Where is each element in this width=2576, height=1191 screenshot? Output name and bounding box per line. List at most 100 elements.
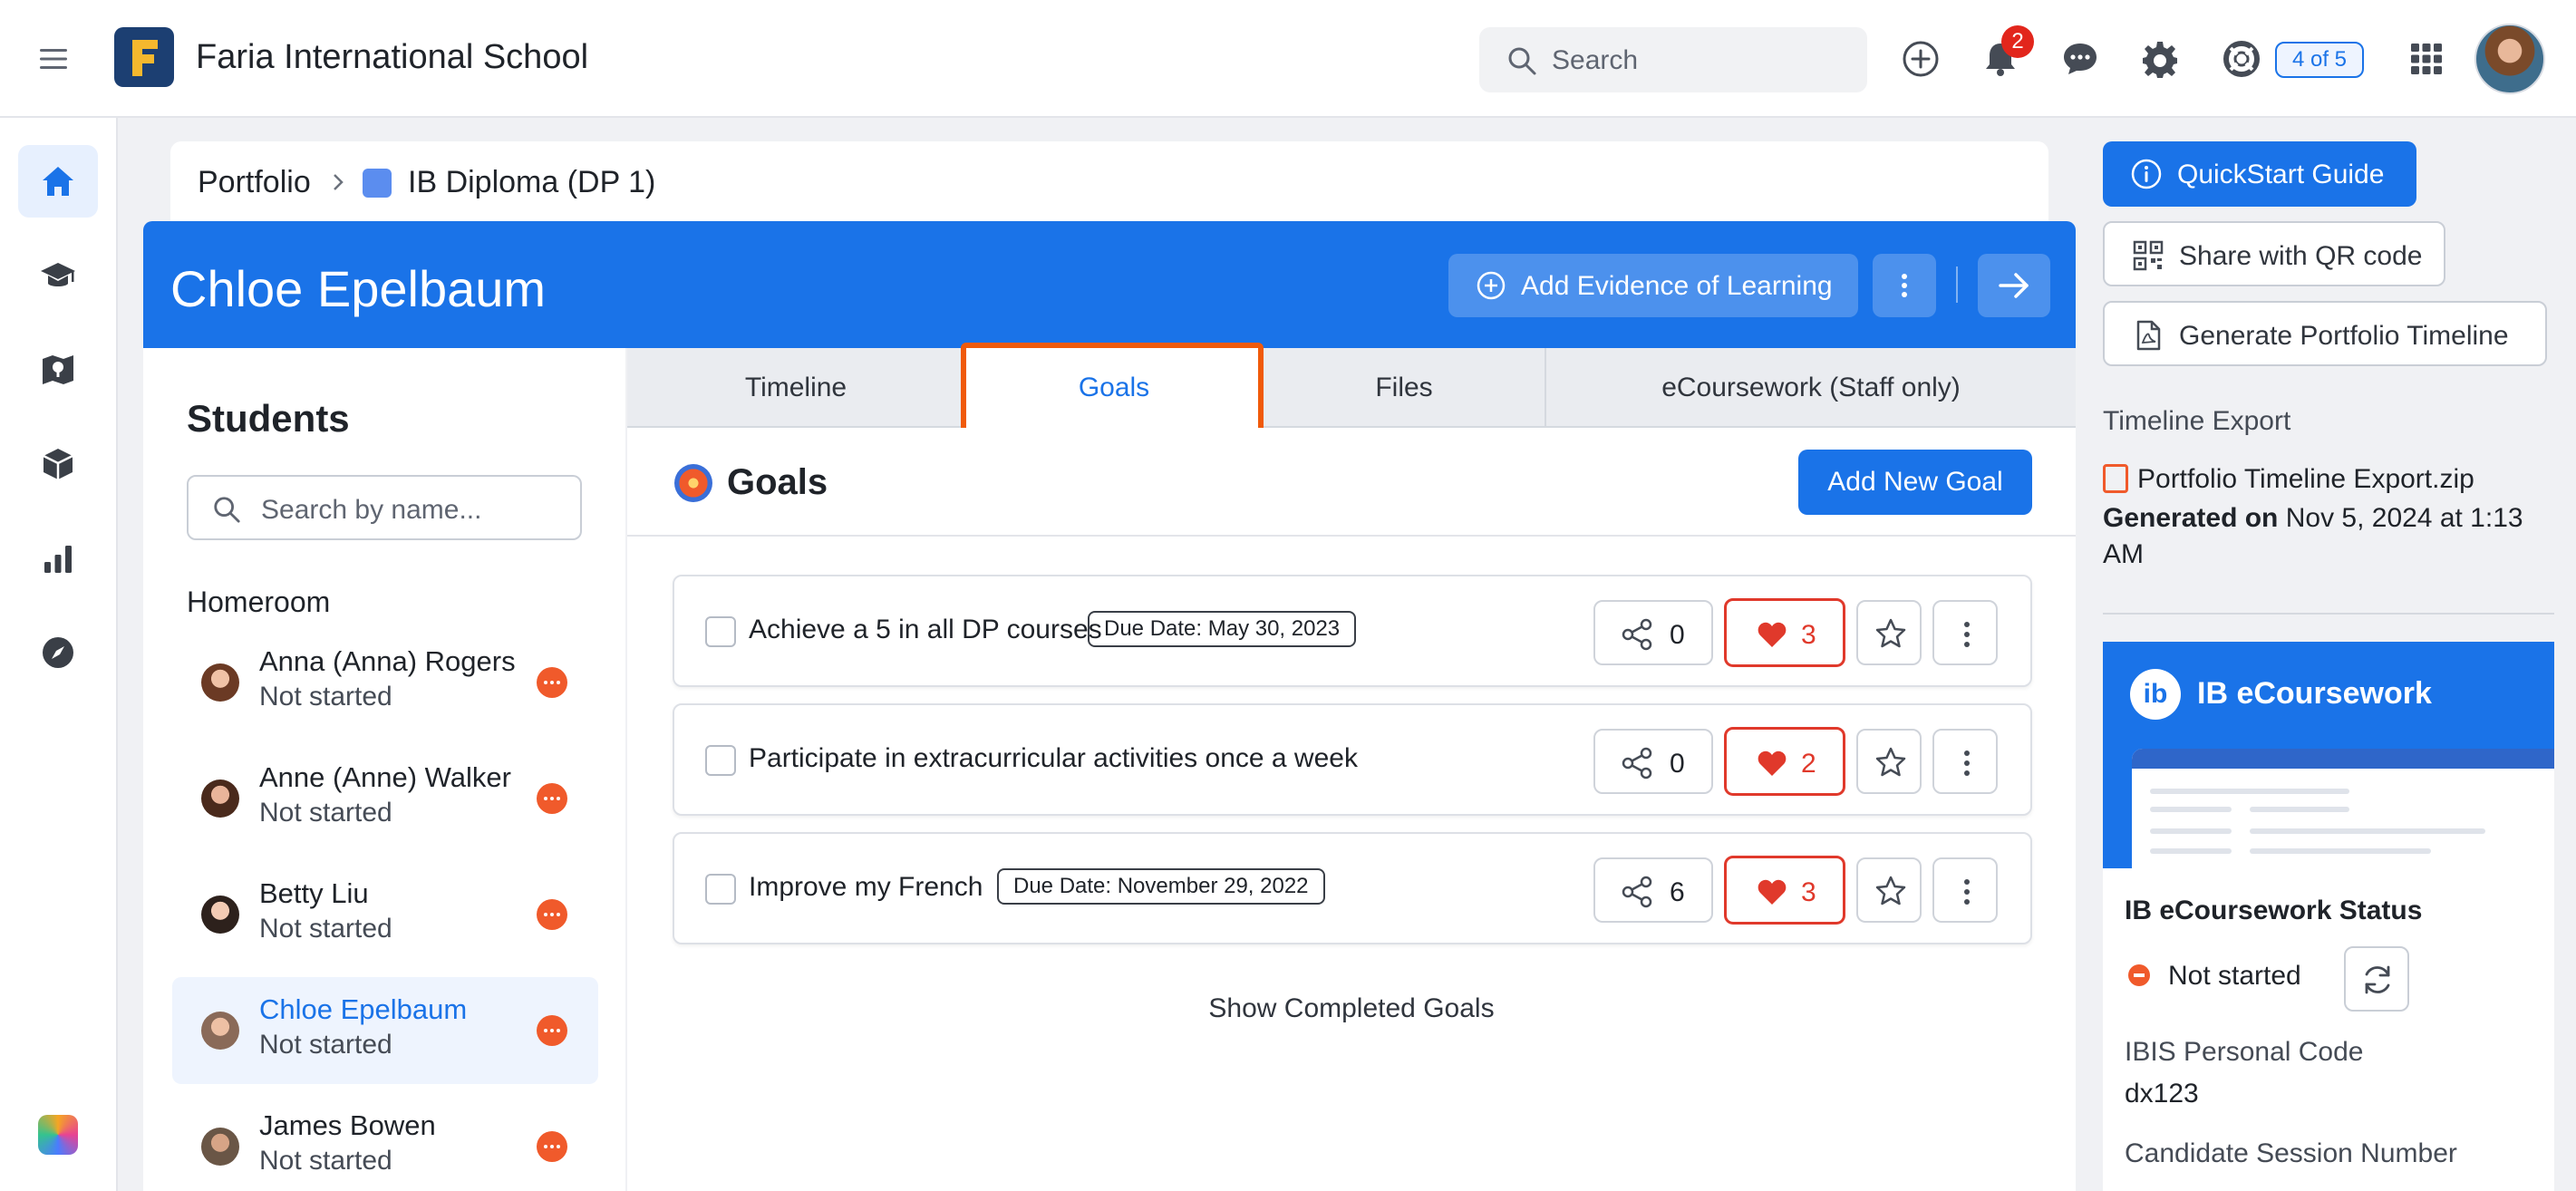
goal-star-button[interactable] <box>1856 600 1922 665</box>
goal-share-button[interactable]: 0 <box>1593 729 1713 794</box>
ecoursework-banner: ib IB eCoursework <box>2103 642 2554 868</box>
goal-share-count: 0 <box>1670 620 1685 650</box>
hamburger-menu-icon[interactable] <box>38 44 69 74</box>
left-nav-rail <box>0 118 118 1191</box>
faria-apps-icon[interactable] <box>38 1115 78 1155</box>
ib-logo: ib <box>2130 669 2181 720</box>
nav-resources[interactable] <box>18 428 98 500</box>
apps-grid-icon[interactable] <box>2407 40 2445 78</box>
student-status: Not started <box>259 914 392 944</box>
ecoursework-status: Not started <box>2168 961 2301 991</box>
goal-more-button[interactable] <box>1932 729 1998 794</box>
goals-panel: Goals Add New Goal Achieve a 5 in all DP… <box>627 428 2076 1191</box>
students-panel: Students Search by name... Homeroom Anna… <box>143 348 625 1191</box>
goal-share-button[interactable]: 0 <box>1593 600 1713 665</box>
nav-explore[interactable] <box>18 616 98 689</box>
help-lifebuoy-icon[interactable] <box>2223 40 2261 78</box>
top-bar: Faria International School Search 2 4 of… <box>0 0 2576 118</box>
header-more-button[interactable] <box>1873 254 1936 317</box>
zip-file-icon <box>2103 464 2128 493</box>
student-avatar <box>201 663 239 702</box>
nav-home[interactable] <box>18 145 98 218</box>
refresh-status-button[interactable] <box>2344 946 2409 1012</box>
search-icon <box>214 497 240 523</box>
add-circle-icon[interactable] <box>1902 40 1940 78</box>
goal-star-button[interactable] <box>1856 857 1922 923</box>
goals-tab-highlight <box>961 343 1264 435</box>
school-name[interactable]: Faria International School <box>196 38 588 77</box>
goals-title: Goals <box>727 462 828 502</box>
tab-ecoursework[interactable]: eCoursework (Staff only) <box>1546 348 2076 428</box>
goals-header: Goals Add New Goal <box>627 428 2076 537</box>
star-icon <box>1875 618 1906 648</box>
goal-more-button[interactable] <box>1932 857 1998 923</box>
gear-icon[interactable] <box>2141 40 2179 78</box>
global-search[interactable]: Search <box>1479 27 1867 92</box>
student-list-item[interactable]: Betty Liu Not started <box>172 861 598 968</box>
student-name: Betty Liu <box>259 877 369 909</box>
goal-like-button[interactable]: 3 <box>1724 856 1845 925</box>
refresh-icon <box>2365 965 2390 994</box>
goal-like-button[interactable]: 3 <box>1724 598 1845 667</box>
header-divider <box>1956 266 1958 303</box>
chat-icon[interactable] <box>2061 40 2099 78</box>
add-evidence-button[interactable]: Add Evidence of Learning <box>1448 254 1858 317</box>
info-icon <box>2131 159 2162 189</box>
tab-files[interactable]: Files <box>1264 348 1545 428</box>
search-icon <box>1508 47 1536 75</box>
ibis-code-label: IBIS Personal Code <box>2125 1037 2364 1067</box>
more-options-icon[interactable] <box>537 1015 567 1046</box>
goal-text[interactable]: Participate in extracurricular activitie… <box>749 743 1358 774</box>
ecoursework-title: IB eCoursework <box>2197 676 2432 711</box>
goal-star-button[interactable] <box>1856 729 1922 794</box>
school-logo[interactable] <box>114 27 174 87</box>
more-options-icon[interactable] <box>537 899 567 930</box>
student-status: Not started <box>259 682 392 712</box>
more-options-icon[interactable] <box>537 783 567 814</box>
more-options-icon[interactable] <box>537 667 567 698</box>
nav-reports[interactable] <box>18 522 98 595</box>
goal-share-count: 6 <box>1670 877 1685 907</box>
heart-icon <box>1758 750 1787 776</box>
breadcrumb-current[interactable]: IB Diploma (DP 1) <box>408 165 655 200</box>
user-avatar[interactable] <box>2474 24 2545 94</box>
student-list-item-selected[interactable]: Chloe Epelbaum Not started <box>172 977 598 1084</box>
onboarding-progress-pill[interactable]: 4 of 5 <box>2275 42 2364 78</box>
student-avatar <box>201 896 239 934</box>
goal-like-button[interactable]: 2 <box>1724 727 1845 796</box>
tab-timeline[interactable]: Timeline <box>627 348 964 428</box>
goal-card: Participate in extracurricular activitie… <box>673 703 2032 816</box>
breadcrumb-portfolio[interactable]: Portfolio <box>198 165 311 200</box>
student-list-item[interactable]: James Bowen Not started <box>172 1093 598 1191</box>
share-icon <box>1622 747 1652 779</box>
nav-academics[interactable] <box>18 239 98 312</box>
add-new-goal-button[interactable]: Add New Goal <box>1798 450 2032 515</box>
goal-checkbox[interactable] <box>705 874 736 905</box>
quickstart-guide-button[interactable]: QuickStart Guide <box>2103 141 2416 207</box>
share-qr-button[interactable]: Share with QR code <box>2103 221 2445 286</box>
goal-more-button[interactable] <box>1932 600 1998 665</box>
students-title: Students <box>187 397 350 440</box>
chevron-right-icon <box>334 174 344 190</box>
generate-timeline-button[interactable]: Generate Portfolio Timeline <box>2103 301 2547 366</box>
export-file-link[interactable]: Portfolio Timeline Export.zip <box>2137 464 2474 495</box>
generate-timeline-label: Generate Portfolio Timeline <box>2179 321 2509 351</box>
arrow-right-icon <box>1999 273 2029 298</box>
student-search-input[interactable]: Search by name... <box>187 475 582 540</box>
more-options-icon[interactable] <box>537 1131 567 1162</box>
goal-text[interactable]: Achieve a 5 in all DP courses <box>749 615 1102 645</box>
goal-share-button[interactable]: 6 <box>1593 857 1713 923</box>
student-list-item[interactable]: Anne (Anne) Walker Not started <box>172 745 598 852</box>
goal-text[interactable]: Improve my French <box>749 872 983 903</box>
goal-card: Achieve a 5 in all DP courses Due Date: … <box>673 575 2032 687</box>
goal-checkbox[interactable] <box>705 616 736 647</box>
kebab-menu-icon <box>1964 622 1970 647</box>
share-qr-label: Share with QR code <box>2179 241 2423 271</box>
next-student-button[interactable] <box>1978 254 2050 317</box>
student-name: Anna (Anna) Rogers <box>259 645 516 677</box>
goal-checkbox[interactable] <box>705 745 736 776</box>
student-list-item[interactable]: Anna (Anna) Rogers Not started <box>172 629 598 736</box>
heart-icon <box>1758 879 1787 905</box>
nav-portfolio[interactable] <box>18 334 98 406</box>
show-completed-goals-link[interactable]: Show Completed Goals <box>627 993 2076 1024</box>
